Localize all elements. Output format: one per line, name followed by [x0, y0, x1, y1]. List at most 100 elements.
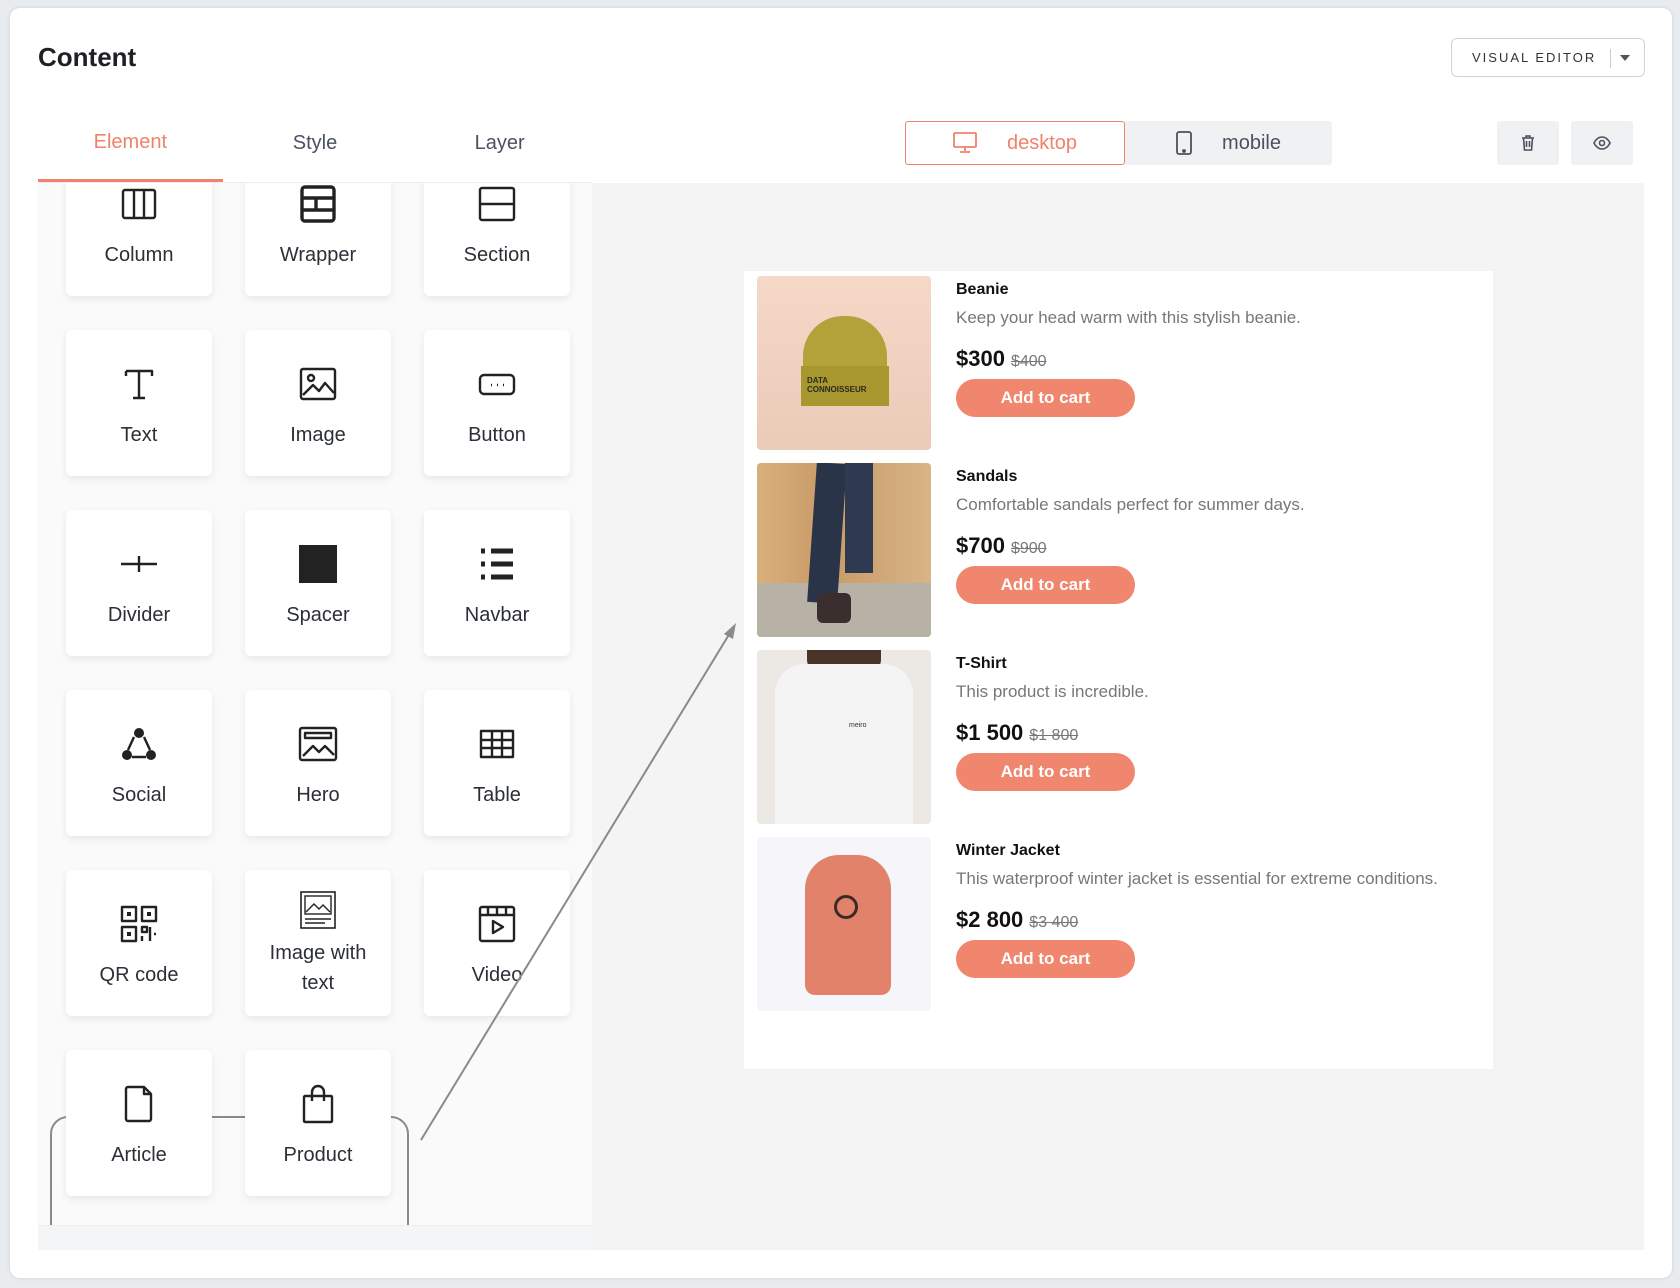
element-tile-label: Image with text: [269, 942, 367, 994]
element-tile-label: Spacer: [286, 604, 350, 626]
element-tile-label: Article: [111, 1144, 167, 1166]
product-price: $300 $400: [956, 346, 1047, 372]
old-price: $400: [1010, 353, 1047, 370]
tab-element[interactable]: Element: [38, 105, 223, 182]
image-icon: [299, 367, 337, 401]
element-grid[interactable]: Column Wrapper Section Text Image Button Divid…: [38, 183, 592, 1225]
element-tile-label: Video: [471, 964, 523, 986]
add-to-cart-button[interactable]: Add to cart: [956, 940, 1135, 978]
wrapper-icon: [300, 185, 336, 223]
element-tile-navbar[interactable]: Navbar: [424, 510, 570, 656]
desktop-icon: [953, 132, 977, 153]
product-preview: DATA CONNOISSEUR Beanie Keep your head w…: [744, 271, 1493, 1069]
element-tile-video[interactable]: Video: [424, 870, 570, 1016]
element-tile-label: Divider: [107, 604, 171, 626]
element-tile-label: Table: [473, 784, 521, 806]
columns-icon: [121, 188, 157, 220]
element-tile-image-with-text[interactable]: Image with text: [245, 870, 391, 1016]
current-price: $700: [956, 533, 1005, 558]
element-tile-label: Wrapper: [279, 244, 357, 266]
element-tile-label: Column: [104, 244, 174, 266]
product-image: meiro: [757, 650, 931, 824]
eye-icon: [1593, 136, 1611, 150]
navbar-icon: [481, 548, 513, 580]
delete-button[interactable]: [1497, 121, 1559, 165]
tab-style[interactable]: Style: [223, 105, 408, 182]
trash-icon: [1522, 135, 1534, 151]
element-tile-label: Product: [283, 1144, 353, 1166]
product-image: DATA CONNOISSEUR: [757, 276, 931, 450]
mobile-icon: [1176, 131, 1192, 155]
article-icon: [124, 1085, 153, 1123]
element-tile-label: Button: [468, 424, 526, 446]
shopping-bag-icon: [302, 1084, 334, 1124]
element-tile-image[interactable]: Image: [245, 330, 391, 476]
add-to-cart-button[interactable]: Add to cart: [956, 753, 1135, 791]
desktop-label: desktop: [1006, 131, 1078, 154]
text-icon: [124, 369, 154, 400]
old-price: $3 400: [1029, 914, 1079, 931]
element-tile-qr-code[interactable]: QR code: [66, 870, 212, 1016]
element-tile-hero[interactable]: Hero: [245, 690, 391, 836]
element-tile-product[interactable]: Product: [245, 1050, 391, 1196]
tab-layer[interactable]: Layer: [407, 105, 592, 182]
sidebar-tabs: Element Style Layer: [38, 105, 592, 183]
spacer-icon: [299, 545, 337, 583]
element-tile-divider[interactable]: Divider: [66, 510, 212, 656]
mobile-toggle[interactable]: mobile: [1125, 121, 1332, 165]
divider: [1610, 49, 1611, 68]
element-tile-table[interactable]: Table: [424, 690, 570, 836]
old-price: $1 800: [1029, 727, 1079, 744]
product-price: $700 $900: [956, 533, 1047, 559]
product-name: Sandals: [956, 468, 1018, 485]
current-price: $300: [956, 346, 1005, 371]
table-icon: [479, 729, 515, 759]
chevron-down-icon: [1620, 55, 1630, 61]
element-tile-label: Hero: [296, 784, 340, 806]
element-tile-label: Image: [290, 424, 346, 446]
mobile-label: mobile: [1222, 131, 1281, 154]
product-description: Comfortable sandals perfect for summer d…: [956, 495, 1305, 514]
element-tile-social[interactable]: Social: [66, 690, 212, 836]
product-description: This waterproof winter jacket is essenti…: [956, 869, 1438, 888]
hero-icon: [298, 726, 338, 762]
element-tile-text[interactable]: Text: [66, 330, 212, 476]
product-description: Keep your head warm with this stylish be…: [956, 308, 1301, 327]
product-name: T-Shirt: [956, 655, 1007, 672]
video-icon: [478, 905, 516, 943]
product-name: Beanie: [956, 281, 1009, 298]
element-tile-wrapper[interactable]: Wrapper: [245, 183, 391, 296]
add-to-cart-button[interactable]: Add to cart: [956, 379, 1135, 417]
current-price: $1 500: [956, 720, 1024, 745]
product-description: This product is incredible.: [956, 682, 1149, 701]
button-icon: [478, 373, 516, 396]
preview-button[interactable]: [1571, 121, 1633, 165]
element-tile-section[interactable]: Section: [424, 183, 570, 296]
element-tile-label: Text: [120, 424, 158, 446]
visual-editor-label: VISUAL EDITOR: [1472, 50, 1597, 65]
element-tile-article[interactable]: Article: [66, 1050, 212, 1196]
current-price: $2 800: [956, 907, 1024, 932]
element-tile-label: Social: [111, 784, 167, 806]
product-card: meiro T-Shirt This product is incredible…: [757, 650, 1493, 824]
product-price: $2 800 $3 400: [956, 907, 1078, 933]
old-price: $900: [1010, 540, 1047, 557]
visual-editor-dropdown[interactable]: VISUAL EDITOR: [1451, 38, 1645, 77]
product-name: Winter Jacket: [956, 842, 1060, 859]
product-card: Sandals Comfortable sandals perfect for …: [757, 463, 1493, 637]
product-image: [757, 837, 931, 1011]
section-icon: [478, 186, 516, 222]
element-tile-button[interactable]: Button: [424, 330, 570, 476]
element-tile-column[interactable]: Column: [66, 183, 212, 296]
page-title: Content: [38, 42, 137, 72]
sidebar-footer: [38, 1225, 592, 1250]
desktop-toggle[interactable]: desktop: [905, 121, 1125, 165]
beanie-print: DATA CONNOISSEUR: [801, 366, 889, 406]
element-tile-spacer[interactable]: Spacer: [245, 510, 391, 656]
element-sidebar: Element Style Layer Column Wrapper Section…: [38, 105, 592, 1250]
product-card: Winter Jacket This waterproof winter jac…: [757, 837, 1493, 1011]
element-tile-label: QR code: [99, 964, 179, 986]
product-card: DATA CONNOISSEUR Beanie Keep your head w…: [757, 276, 1493, 450]
product-price: $1 500 $1 800: [956, 720, 1078, 746]
add-to-cart-button[interactable]: Add to cart: [956, 566, 1135, 604]
